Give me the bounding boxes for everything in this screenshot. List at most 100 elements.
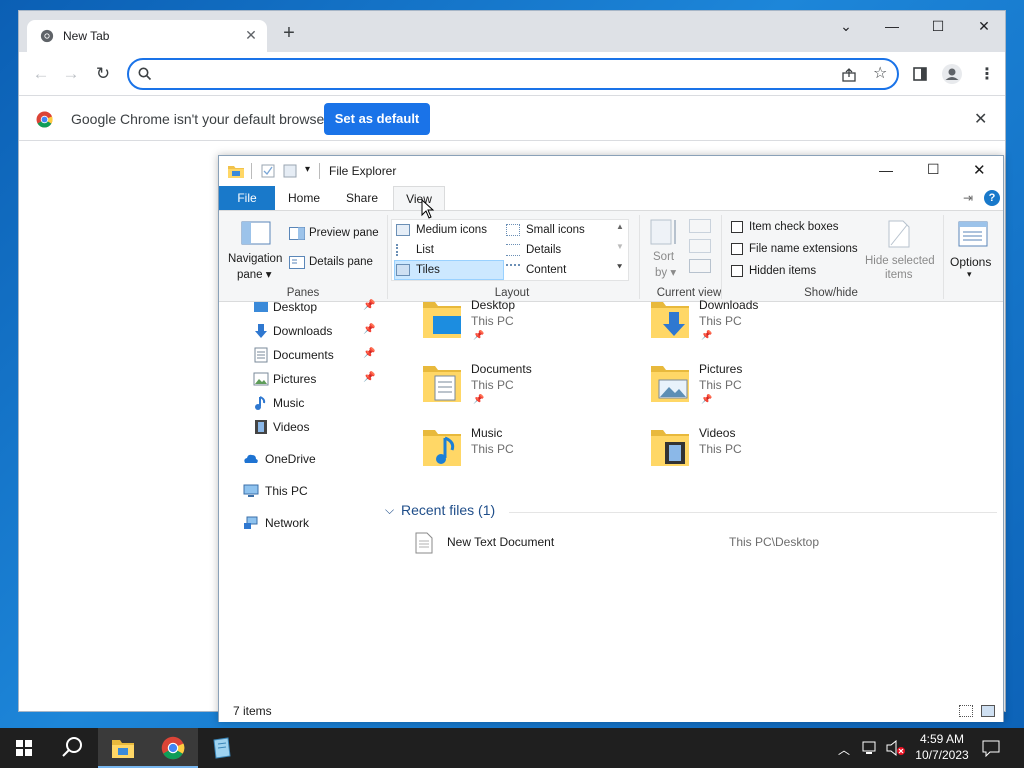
- windows-start-icon[interactable]: [0, 728, 48, 768]
- folder-tile-videos[interactable]: Videos This PC: [649, 426, 859, 482]
- minimize-button[interactable]: —: [869, 11, 915, 41]
- options-button[interactable]: Options ▾: [947, 215, 1001, 283]
- infobar-close-icon[interactable]: ✕: [974, 109, 987, 129]
- address-bar[interactable]: ☆: [127, 58, 899, 90]
- recent-files-title: Recent files (1): [401, 502, 496, 518]
- nav-item-videos[interactable]: Videos: [219, 416, 385, 438]
- reload-icon[interactable]: ↻: [93, 64, 113, 84]
- explorer-maximize-button[interactable]: ☐: [927, 161, 940, 178]
- tab-home[interactable]: Home: [279, 186, 329, 210]
- new-folder-icon[interactable]: [283, 164, 297, 178]
- maximize-button[interactable]: ☐: [915, 11, 961, 41]
- default-browser-infobar: Google Chrome isn't your default browser…: [19, 97, 1005, 141]
- folder-tile-pictures[interactable]: Pictures This PC 📌: [649, 362, 859, 418]
- bookmark-star-icon[interactable]: ☆: [873, 63, 887, 83]
- sort-by-icon: [650, 219, 676, 245]
- set-as-default-button[interactable]: Set as default: [324, 103, 430, 135]
- ribbon-separator: [943, 215, 944, 299]
- navigation-pane-icon: [241, 221, 271, 245]
- folder-tile-desktop[interactable]: Desktop This PC 📌: [421, 298, 631, 354]
- back-arrow-icon[interactable]: ←: [31, 64, 51, 84]
- layout-scroll-up-icon[interactable]: ▲: [616, 222, 624, 231]
- item-check-boxes-checkbox[interactable]: [731, 221, 743, 233]
- address-input[interactable]: [161, 65, 821, 85]
- pin-ribbon-icon[interactable]: ⇥: [963, 191, 973, 205]
- show-hidden-icons-chevron-icon[interactable]: ︿: [838, 741, 850, 768]
- hide-selected-items-button[interactable]: Hide selected items: [859, 215, 941, 283]
- explorer-close-button[interactable]: ✕: [973, 161, 986, 179]
- folder-tile-documents[interactable]: Documents This PC 📌: [421, 362, 631, 418]
- layout-tiles[interactable]: Tiles: [396, 262, 504, 280]
- nav-item-label: Music: [273, 396, 305, 410]
- tab-new-tab[interactable]: New Tab ✕: [27, 20, 267, 52]
- nav-item-pictures[interactable]: Pictures 📌: [219, 368, 385, 390]
- group-by-icon[interactable]: [689, 219, 711, 233]
- details-icon: [506, 244, 520, 256]
- network-status-icon[interactable]: [862, 740, 880, 756]
- folder-name: Pictures: [699, 362, 743, 376]
- file-name-extensions-checkbox[interactable]: [731, 243, 743, 255]
- details-view-toggle-icon[interactable]: [959, 705, 973, 717]
- taskbar-chrome[interactable]: [148, 728, 198, 768]
- explorer-minimize-button[interactable]: —: [879, 162, 893, 178]
- folder-tile-downloads[interactable]: Downloads This PC 📌: [649, 298, 859, 354]
- layout-small-icons[interactable]: Small icons: [506, 222, 614, 240]
- close-button[interactable]: ✕: [961, 11, 1007, 41]
- pin-icon: 📌: [363, 372, 376, 383]
- recent-files-header[interactable]: ⌵ Recent files (1): [385, 500, 999, 522]
- nav-item-onedrive[interactable]: OneDrive: [219, 448, 385, 470]
- folder-name: Documents: [471, 362, 532, 376]
- taskbar: ︿ 4:59 AM 10/7/2023: [0, 728, 1024, 768]
- tab-file[interactable]: File: [219, 186, 275, 210]
- nav-item-downloads[interactable]: Downloads 📌: [219, 320, 385, 342]
- tab-share[interactable]: Share: [337, 186, 387, 210]
- share-icon[interactable]: [841, 67, 857, 83]
- tab-search-chevron-icon[interactable]: ⌄: [823, 11, 869, 41]
- sort-by-button[interactable]: Sort by ▾: [647, 217, 683, 283]
- notifications-icon[interactable]: [982, 739, 1000, 757]
- layout-expand-icon[interactable]: ⯆: [616, 262, 623, 273]
- add-columns-icon[interactable]: [689, 239, 711, 253]
- search-icon[interactable]: [48, 728, 96, 768]
- layout-content[interactable]: Content: [506, 262, 614, 280]
- clock[interactable]: 4:59 AM 10/7/2023: [912, 732, 972, 768]
- recent-file-row[interactable]: New Text Document This PC\Desktop: [415, 532, 999, 556]
- layout-details[interactable]: Details: [506, 242, 614, 260]
- tab-close-icon[interactable]: ✕: [243, 27, 259, 43]
- chrome-menu-icon[interactable]: ⋮: [979, 64, 995, 84]
- layout-medium-icons[interactable]: Medium icons: [396, 222, 504, 240]
- properties-icon[interactable]: [261, 164, 275, 178]
- new-tab-button[interactable]: +: [279, 23, 299, 44]
- nav-item-label: Documents: [273, 348, 334, 362]
- folder-tile-music[interactable]: Music This PC: [421, 426, 631, 482]
- nav-item-network[interactable]: Network: [219, 512, 385, 534]
- nav-item-music[interactable]: Music: [219, 392, 385, 414]
- taskbar-file-explorer[interactable]: [98, 728, 148, 768]
- preview-pane-button[interactable]: Preview pane: [289, 225, 385, 243]
- nav-item-this-pc[interactable]: This PC: [219, 480, 385, 502]
- nav-item-documents[interactable]: Documents 📌: [219, 344, 385, 366]
- large-icons-toggle-icon[interactable]: [981, 705, 995, 717]
- layout-list[interactable]: List: [396, 242, 504, 260]
- hidden-items-checkbox[interactable]: [731, 265, 743, 277]
- navigation-pane-button[interactable]: Navigation pane ▾: [227, 213, 287, 283]
- folder-location: This PC: [699, 442, 742, 456]
- side-panel-icon[interactable]: [913, 67, 927, 81]
- layout-scroll-down-icon[interactable]: ▼: [616, 242, 624, 251]
- folder-location: This PC: [699, 378, 742, 392]
- pictures-icon: [253, 372, 269, 386]
- pictures-folder-icon: [651, 366, 689, 402]
- music-folder-icon: [423, 430, 461, 466]
- help-icon[interactable]: ?: [984, 190, 1000, 206]
- forward-arrow-icon[interactable]: →: [61, 64, 81, 84]
- size-columns-icon[interactable]: [689, 259, 711, 273]
- volume-muted-icon[interactable]: [886, 740, 906, 756]
- qat-dropdown-icon[interactable]: ▾: [305, 164, 310, 175]
- taskbar-app[interactable]: [198, 728, 246, 768]
- nav-item-desktop[interactable]: Desktop 📌: [219, 296, 385, 318]
- tab-view[interactable]: View: [393, 186, 445, 210]
- profile-avatar-icon[interactable]: [942, 64, 962, 84]
- downloads-folder-icon: [651, 302, 689, 338]
- details-pane-button[interactable]: Details pane: [289, 254, 385, 272]
- recent-file-name: New Text Document: [447, 535, 555, 549]
